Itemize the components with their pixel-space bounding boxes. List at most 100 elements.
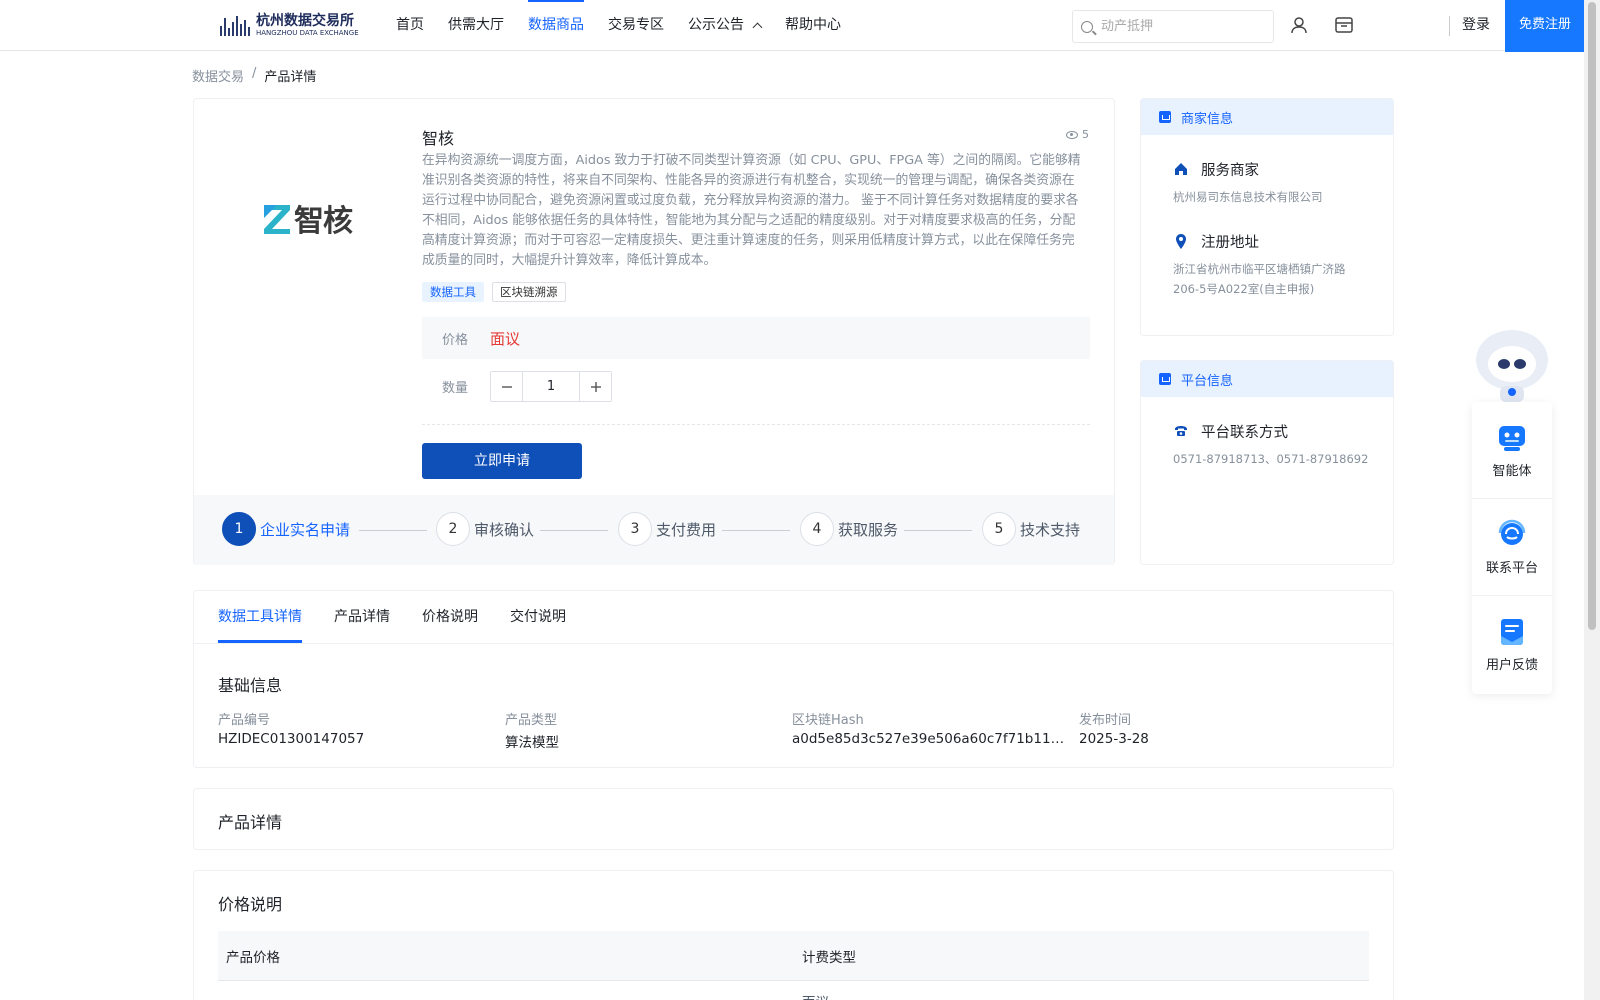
- price-description-title: 价格说明: [218, 895, 283, 914]
- nav-announcements[interactable]: 公示公告: [676, 0, 773, 50]
- merchant-info-card: 商家信息 服务商家 杭州易司东信息技术有限公司 注册地址 浙江省杭州市临平区塘栖…: [1140, 98, 1394, 336]
- nav-announcements-label: 公示公告: [688, 17, 744, 33]
- product-detail-title: 产品详情: [218, 813, 283, 832]
- step-5: 5 技术支持: [982, 512, 1080, 546]
- logo-en-text: HANGZHOU DATA EXCHANGE: [256, 28, 359, 37]
- column-header-product-price: 产品价格: [226, 949, 280, 966]
- nav-data-products[interactable]: 数据商品: [516, 0, 596, 50]
- search-box[interactable]: [1072, 10, 1274, 43]
- breadcrumb: 数据交易 / 产品详情: [192, 66, 316, 85]
- customer-service-icon: [1498, 519, 1526, 545]
- info-label: 产品类型: [505, 713, 558, 728]
- minus-button[interactable]: [491, 372, 522, 401]
- robot-assistant-icon[interactable]: [1472, 326, 1552, 402]
- process-steps: 1 企业实名申请 2 审核确认 3 支付费用 4 获取服务 5 技术支持: [194, 495, 1114, 565]
- register-button[interactable]: 免费注册: [1505, 0, 1585, 52]
- site-logo[interactable]: 杭州数据交易所 HANGZHOU DATA EXCHANGE: [220, 12, 359, 38]
- info-value: HZIDEC01300147057: [218, 731, 365, 747]
- contact-platform-label: 联系平台: [1485, 560, 1538, 576]
- nav-supply-demand[interactable]: 供需大厅: [436, 0, 516, 50]
- step-connector: [540, 530, 608, 531]
- breadcrumb-separator: /: [252, 66, 257, 81]
- info-product-type: 产品类型 算法模型: [505, 709, 792, 751]
- info-label: 区块链Hash: [792, 713, 864, 728]
- tag-blockchain-trace: 区块链溯源: [492, 282, 566, 302]
- view-count: 5: [1066, 128, 1089, 141]
- user-feedback-button[interactable]: 用户反馈: [1472, 596, 1552, 693]
- info-label: 发布时间: [1079, 713, 1132, 728]
- contact-platform-button[interactable]: 联系平台: [1472, 499, 1552, 596]
- platform-contact-value: 0571-87918713、0571-87918692: [1173, 452, 1369, 466]
- z-logo-icon: [264, 205, 290, 234]
- logo-cn-text: 杭州数据交易所: [256, 12, 354, 29]
- merchant-info-header: 商家信息: [1141, 99, 1393, 135]
- tab-data-tool-detail[interactable]: 数据工具详情: [218, 591, 302, 643]
- location-pin-icon: [1173, 233, 1189, 249]
- step-number: 4: [800, 512, 834, 546]
- tabs-divider: [194, 643, 1393, 644]
- quantity-label: 数量: [442, 381, 469, 396]
- product-title: 智核: [422, 129, 455, 148]
- product-description: 在异构资源统一调度方面，Aidos 致力于打破不同类型计算资源（如 CPU、GP…: [422, 153, 1081, 268]
- plus-icon: [590, 381, 601, 392]
- breadcrumb-data-trade[interactable]: 数据交易: [192, 66, 244, 85]
- table-row: 面议: [218, 981, 1369, 1000]
- service-merchant-value[interactable]: 杭州易司东信息技术有限公司: [1173, 187, 1393, 207]
- step-label: 支付费用: [656, 520, 717, 539]
- ai-agent-icon: [1499, 425, 1525, 451]
- logo-mark-icon: [220, 14, 250, 36]
- login-link[interactable]: 登录: [1462, 0, 1490, 50]
- ai-agent-button[interactable]: 智能体: [1472, 402, 1552, 499]
- home-icon: [1173, 161, 1189, 177]
- scrollbar-thumb[interactable]: [1588, 2, 1596, 630]
- top-header: 杭州数据交易所 HANGZHOU DATA EXCHANGE 首页 供需大厅 数…: [0, 0, 1585, 52]
- page-scrollbar[interactable]: [1584, 0, 1600, 1000]
- search-input[interactable]: [1101, 19, 1261, 34]
- tab-price-description[interactable]: 价格说明: [422, 591, 478, 643]
- nav-help-center[interactable]: 帮助中心: [773, 0, 853, 50]
- shop-icon[interactable]: [1334, 16, 1354, 34]
- step-label: 技术支持: [1020, 520, 1081, 539]
- step-number: 3: [618, 512, 652, 546]
- step-4: 4 获取服务: [800, 512, 898, 546]
- info-value: a0d5e85d3c527e39e506a60c7f71b11dc4f...: [792, 731, 1067, 747]
- apply-now-button[interactable]: 立即申请: [422, 443, 582, 479]
- nav-trade-zone[interactable]: 交易专区: [596, 0, 676, 50]
- nav-home[interactable]: 首页: [384, 0, 436, 50]
- step-3: 3 支付费用: [618, 512, 716, 546]
- product-tags: 数据工具 区块链溯源: [422, 282, 566, 302]
- user-icon[interactable]: [1290, 16, 1308, 34]
- quantity-row: 数量 1: [442, 371, 612, 402]
- platform-icon: [1159, 373, 1171, 385]
- step-label: 企业实名申请: [260, 520, 351, 539]
- price-label: 价格: [442, 332, 469, 348]
- table-cell-billing-type: 面议: [794, 991, 829, 1000]
- price-box: 价格 面议: [422, 317, 1090, 359]
- tab-delivery-description[interactable]: 交付说明: [510, 591, 566, 643]
- price-table-header: 产品价格 计费类型: [218, 931, 1369, 981]
- price-description-card: 价格说明 产品价格 计费类型 面议: [193, 870, 1394, 1000]
- quantity-stepper: 1: [490, 371, 612, 402]
- plus-button[interactable]: [580, 372, 611, 401]
- step-label: 审核确认: [474, 520, 535, 539]
- info-publish-time: 发布时间 2025-3-28: [1079, 709, 1366, 751]
- service-merchant-item: 服务商家 杭州易司东信息技术有限公司: [1141, 157, 1393, 207]
- info-blockchain-hash: 区块链Hash a0d5e85d3c527e39e506a60c7f71b11d…: [792, 709, 1079, 751]
- dashed-divider: [422, 424, 1090, 425]
- info-product-id: 产品编号 HZIDEC01300147057: [218, 709, 505, 751]
- info-value: 算法模型: [505, 735, 559, 751]
- step-2: 2 审核确认: [436, 512, 534, 546]
- chevron-up-icon: [752, 22, 763, 32]
- info-label: 产品编号: [218, 713, 271, 728]
- quantity-value[interactable]: 1: [522, 372, 580, 401]
- basic-info-grid: 产品编号 HZIDEC01300147057 产品类型 算法模型 区块链Hash…: [218, 709, 1366, 751]
- tab-product-detail[interactable]: 产品详情: [334, 591, 390, 643]
- platform-contact-label: 平台联系方式: [1201, 424, 1288, 441]
- platform-info-header: 平台信息: [1141, 361, 1393, 397]
- main-nav: 首页 供需大厅 数据商品 交易专区 公示公告 帮助中心: [384, 0, 853, 50]
- step-label: 获取服务: [838, 520, 899, 539]
- user-feedback-label: 用户反馈: [1485, 658, 1538, 673]
- eye-icon: [1066, 130, 1078, 139]
- phone-icon: [1173, 423, 1189, 439]
- step-1: 1 企业实名申请: [222, 512, 350, 546]
